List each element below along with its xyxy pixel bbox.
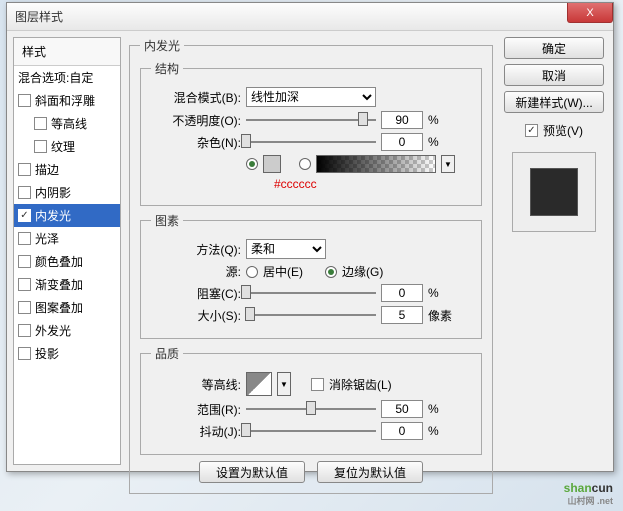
sidebar-checkbox[interactable] [18,232,31,245]
sidebar-item-label: 内发光 [35,207,71,224]
hex-annotation: #cccccc [274,177,317,191]
jitter-label: 抖动(J): [151,423,241,440]
contour-dropdown[interactable]: ▼ [277,372,291,396]
gradient-dropdown[interactable]: ▼ [441,155,455,173]
titlebar[interactable]: 图层样式 X [7,3,613,31]
reset-default-button[interactable]: 复位为默认值 [317,461,423,483]
method-select[interactable]: 柔和 [246,239,326,259]
new-style-button[interactable]: 新建样式(W)... [504,91,604,113]
styles-sidebar: 样式 混合选项:自定 斜面和浮雕等高线纹理描边内阴影内发光光泽颜色叠加渐变叠加图… [13,37,121,465]
choke-label: 阻塞(C): [151,285,241,302]
sidebar-item-label: 斜面和浮雕 [35,92,95,109]
size-input[interactable] [381,306,423,324]
sidebar-blend-options[interactable]: 混合选项:自定 [14,66,120,89]
noise-label: 杂色(N): [151,134,241,151]
sidebar-item-8[interactable]: 渐变叠加 [14,273,120,296]
sidebar-checkbox[interactable] [18,163,31,176]
sidebar-checkbox[interactable] [18,324,31,337]
sidebar-item-label: 等高线 [51,115,87,132]
sidebar-item-label: 图案叠加 [35,299,83,316]
sidebar-item-4[interactable]: 内阴影 [14,181,120,204]
sidebar-item-label: 纹理 [51,138,75,155]
sidebar-checkbox[interactable] [34,117,47,130]
size-slider[interactable] [246,306,376,324]
sidebar-item-label: 内阴影 [35,184,71,201]
inner-glow-legend: 内发光 [140,37,184,54]
jitter-slider[interactable] [246,422,376,440]
sidebar-item-0[interactable]: 斜面和浮雕 [14,89,120,112]
preview-area [512,152,596,232]
main-panel: 内发光 结构 混合模式(B): 线性加深 不透明度(O): % 杂色(N): [125,37,497,465]
sidebar-checkbox[interactable] [18,186,31,199]
sidebar-item-label: 投影 [35,345,59,362]
jitter-input[interactable] [381,422,423,440]
sidebar-item-label: 颜色叠加 [35,253,83,270]
sidebar-checkbox[interactable] [18,347,31,360]
sidebar-item-label: 外发光 [35,322,71,339]
sidebar-checkbox[interactable] [18,255,31,268]
right-column: 确定 取消 新建样式(W)... 预览(V) [501,37,607,465]
gradient-preview[interactable] [316,155,436,173]
structure-group: 结构 混合模式(B): 线性加深 不透明度(O): % 杂色(N): [140,60,482,206]
source-label: 源: [151,263,241,280]
sidebar-header: 样式 [14,38,120,66]
preview-checkbox[interactable] [525,124,538,137]
dialog-title: 图层样式 [7,8,63,25]
method-label: 方法(Q): [151,241,241,258]
antialias-checkbox[interactable] [311,378,324,391]
sidebar-item-11[interactable]: 投影 [14,342,120,365]
set-default-button[interactable]: 设置为默认值 [199,461,305,483]
sidebar-checkbox[interactable] [18,301,31,314]
sidebar-item-10[interactable]: 外发光 [14,319,120,342]
blendmode-select[interactable]: 线性加深 [246,87,376,107]
sidebar-item-6[interactable]: 光泽 [14,227,120,250]
noise-input[interactable] [381,133,423,151]
graphic-group: 图素 方法(Q): 柔和 源: 居中(E) 边缘(G) 阻塞(C): [140,212,482,339]
sidebar-item-label: 渐变叠加 [35,276,83,293]
noise-slider[interactable] [246,133,376,151]
contour-label: 等高线: [151,376,241,393]
preview-swatch [530,168,578,216]
layer-style-dialog: 图层样式 X 样式 混合选项:自定 斜面和浮雕等高线纹理描边内阴影内发光光泽颜色… [6,2,614,472]
opacity-slider[interactable] [246,111,376,129]
range-label: 范围(R): [151,401,241,418]
close-button[interactable]: X [567,3,613,23]
opacity-input[interactable] [381,111,423,129]
sidebar-item-label: 描边 [35,161,59,178]
range-input[interactable] [381,400,423,418]
opacity-label: 不透明度(O): [151,112,241,129]
quality-legend: 品质 [151,345,183,362]
size-label: 大小(S): [151,307,241,324]
sidebar-item-1[interactable]: 等高线 [14,112,120,135]
ok-button[interactable]: 确定 [504,37,604,59]
sidebar-item-7[interactable]: 颜色叠加 [14,250,120,273]
watermark: shancun 山村网 .net [564,476,613,505]
color-swatch[interactable] [263,155,281,173]
contour-swatch[interactable] [246,372,272,396]
sidebar-item-3[interactable]: 描边 [14,158,120,181]
color-radio[interactable] [246,158,258,170]
sidebar-checkbox[interactable] [34,140,47,153]
quality-group: 品质 等高线: ▼ 消除锯齿(L) 范围(R): % [140,345,482,455]
choke-input[interactable] [381,284,423,302]
source-edge-radio[interactable] [325,266,337,278]
sidebar-checkbox[interactable] [18,278,31,291]
sidebar-checkbox[interactable] [18,209,31,222]
structure-legend: 结构 [151,60,183,77]
sidebar-item-9[interactable]: 图案叠加 [14,296,120,319]
sidebar-item-5[interactable]: 内发光 [14,204,120,227]
graphic-legend: 图素 [151,212,183,229]
gradient-radio[interactable] [299,158,311,170]
source-center-radio[interactable] [246,266,258,278]
inner-glow-group: 内发光 结构 混合模式(B): 线性加深 不透明度(O): % 杂色(N): [129,37,493,494]
sidebar-checkbox[interactable] [18,94,31,107]
sidebar-item-2[interactable]: 纹理 [14,135,120,158]
cancel-button[interactable]: 取消 [504,64,604,86]
range-slider[interactable] [246,400,376,418]
blendmode-label: 混合模式(B): [151,89,241,106]
sidebar-item-label: 光泽 [35,230,59,247]
choke-slider[interactable] [246,284,376,302]
